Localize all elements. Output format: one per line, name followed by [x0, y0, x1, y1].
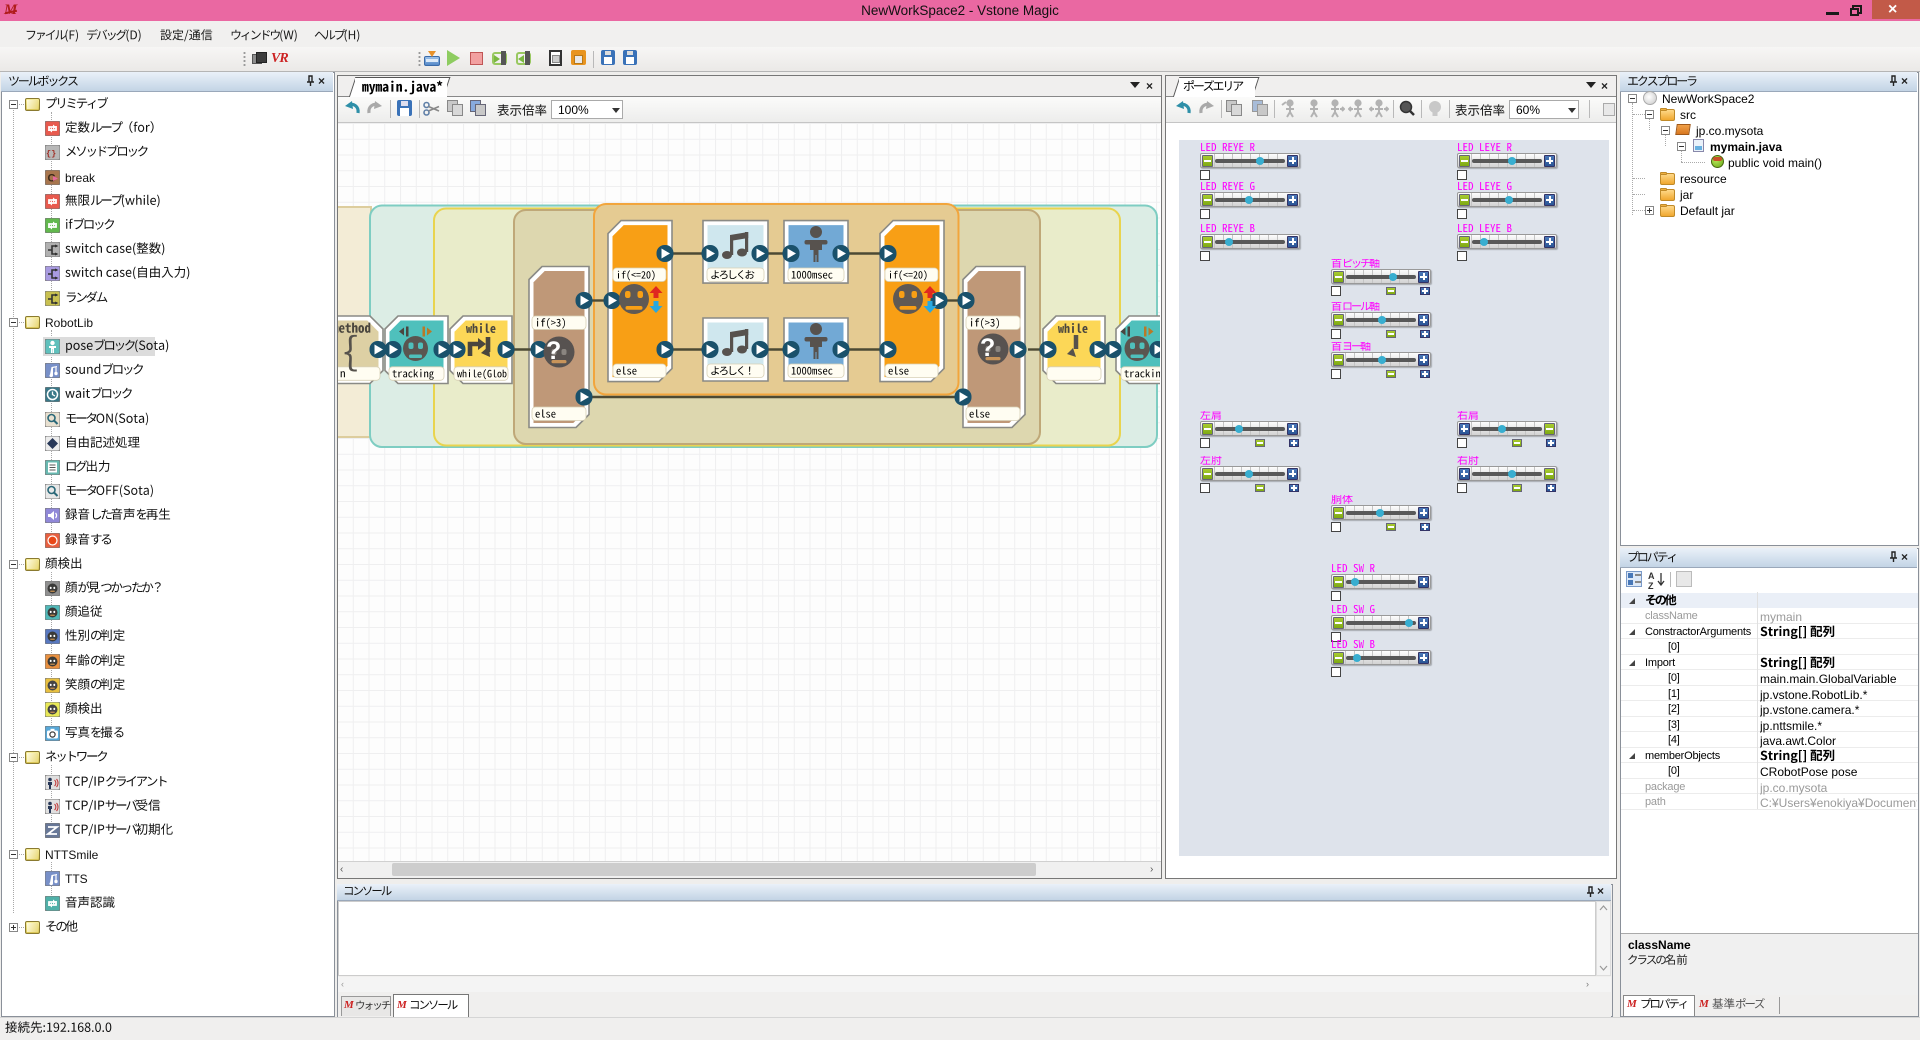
svg-text:?: ?: [980, 334, 995, 362]
svg-text:?: ?: [546, 337, 561, 365]
svg-text:{}: {}: [46, 149, 56, 159]
